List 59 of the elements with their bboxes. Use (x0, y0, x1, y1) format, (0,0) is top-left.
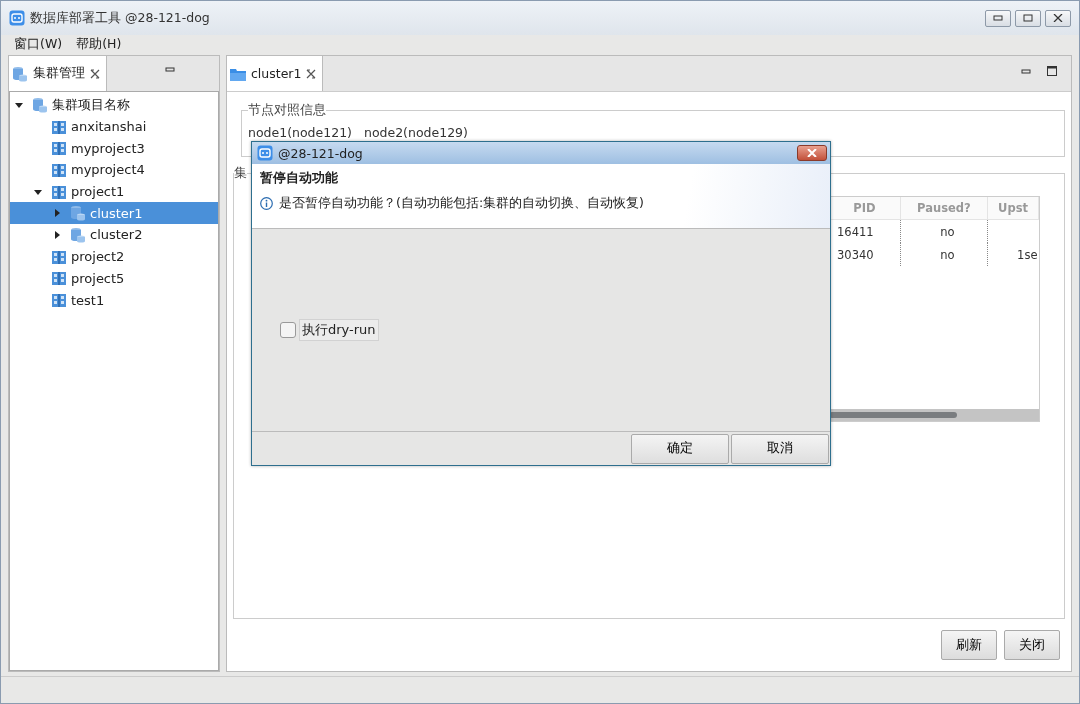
close-button[interactable] (1045, 9, 1071, 27)
minimize-icon[interactable] (165, 64, 175, 74)
database-icon (12, 65, 28, 82)
close-icon[interactable] (90, 68, 100, 79)
checkbox-label[interactable]: 执行dry-run (299, 319, 379, 341)
menu-item[interactable]: 窗口(W) (14, 35, 63, 53)
node-label: node1(node121) (248, 125, 352, 140)
scrollbar[interactable] (829, 409, 1039, 421)
dialog-button[interactable]: 取消 (731, 433, 829, 464)
group-title: 节点对照信息 (248, 102, 326, 119)
building-icon (51, 118, 67, 135)
tree-item[interactable]: test1 (10, 289, 218, 311)
building-icon (51, 270, 67, 287)
building-icon (51, 183, 67, 200)
panel-tab[interactable]: 集群管理 (9, 56, 107, 91)
info-icon (260, 197, 273, 210)
restore-icon (1023, 14, 1033, 22)
app-icon (257, 145, 273, 161)
maximize-icon[interactable] (1047, 66, 1057, 76)
minimize-icon (993, 15, 1003, 21)
tree-item[interactable]: 集群项目名称 (10, 94, 218, 116)
checkbox[interactable] (280, 322, 296, 338)
dialog-button[interactable]: 确定 (631, 433, 729, 464)
tree-item[interactable]: project1 (10, 180, 218, 203)
expand-arrow-icon[interactable] (52, 229, 62, 240)
minimize-button[interactable] (985, 9, 1011, 27)
database-icon (70, 226, 86, 243)
dialog-message: 是否暂停自动功能？(自动功能包括:集群的自动切换、自动恢复) (279, 195, 644, 212)
tree-item[interactable]: myproject4 (10, 159, 218, 181)
table-cell: 1se (987, 243, 1039, 266)
building-icon (51, 292, 67, 309)
table-cell: no (900, 219, 988, 243)
tree-item[interactable]: cluster2 (10, 224, 218, 246)
node-label: node2(node129) (363, 125, 468, 140)
building-icon (51, 248, 67, 265)
database-icon (70, 205, 86, 222)
app-icon (9, 10, 25, 26)
tree-item[interactable]: project2 (10, 245, 218, 268)
close-icon (807, 149, 817, 157)
editor-tab[interactable]: cluster1 (227, 56, 324, 91)
tree-item[interactable]: myproject3 (10, 137, 218, 160)
building-icon (51, 161, 67, 178)
tree-item[interactable]: project5 (10, 267, 218, 290)
tree-item[interactable]: anxitanshai (10, 115, 218, 138)
close-button[interactable] (797, 145, 827, 161)
group-title: 集 (234, 165, 247, 182)
folder-icon (230, 66, 246, 81)
dialog-title: @28-121-dog (278, 145, 364, 161)
minimize-icon[interactable] (1021, 66, 1031, 76)
database-icon (32, 96, 48, 113)
close-icon[interactable] (306, 68, 317, 79)
close-icon (1053, 14, 1063, 22)
panel-button[interactable]: 关闭 (1004, 630, 1060, 660)
building-icon (51, 140, 67, 157)
table-cell: no (900, 243, 988, 266)
menu-item[interactable]: 帮助(H) (76, 35, 122, 53)
panel-button[interactable]: 刷新 (941, 630, 997, 660)
dialog-heading: 暂停自动功能 (260, 170, 339, 187)
window-title: 数据库部署工具 @28-121-dog (30, 9, 211, 27)
